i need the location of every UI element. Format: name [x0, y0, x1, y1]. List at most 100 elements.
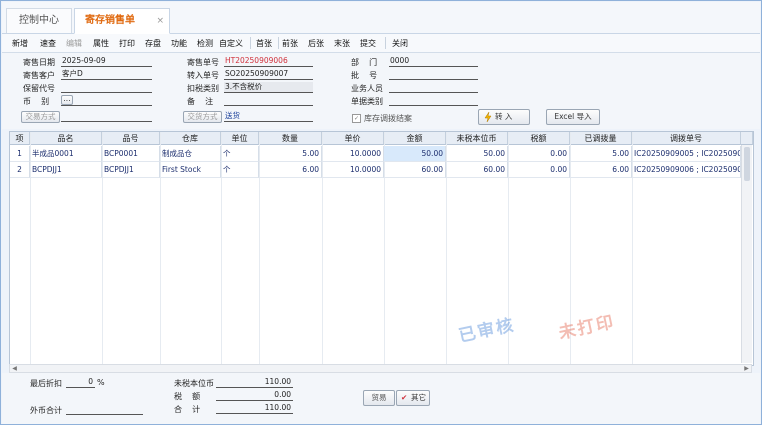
toolbar-separator: [250, 37, 251, 49]
lightning-icon: [484, 112, 492, 122]
column-header-name[interactable]: 品名: [30, 132, 102, 145]
foreign-total-label: 外币合计: [30, 406, 62, 415]
cell-tax[interactable]: 0.00: [508, 146, 570, 162]
currency-browse-button[interactable]: ...: [61, 95, 73, 105]
date-field[interactable]: 2025-09-09: [61, 56, 152, 67]
salesperson-field[interactable]: [389, 82, 478, 93]
trade-mode-field[interactable]: [61, 111, 152, 122]
tax-type-field[interactable]: 3.不含税价: [224, 82, 313, 93]
cell-name[interactable]: 半成品0001: [30, 146, 102, 162]
doc-type-label: 单据类别: [351, 97, 383, 106]
transfer-in-button[interactable]: 转 入: [478, 109, 530, 125]
batch-label: 批 号: [351, 71, 378, 80]
cell-code[interactable]: BCP0001: [102, 146, 160, 162]
toolbar: 新增 速查 编辑 属性 打印 存盘 功能 检测 自定义 首张 前张 后张 末张 …: [2, 34, 760, 53]
cell-unit[interactable]: 个: [221, 146, 259, 162]
column-header-index[interactable]: 项: [10, 132, 30, 145]
cell-net[interactable]: 50.00: [446, 146, 508, 162]
toolbar-function-button[interactable]: 功能: [171, 38, 187, 49]
delivery-mode-field[interactable]: 送货: [224, 111, 313, 122]
tab-consignment-sales[interactable]: 寄存销售单 ×: [74, 8, 170, 34]
column-header-quantity[interactable]: 数量: [259, 132, 322, 145]
cell-amount[interactable]: 50.00: [384, 146, 446, 162]
scrollbar-thumb[interactable]: [744, 147, 750, 181]
horizontal-scrollbar[interactable]: ◀ ▶: [9, 364, 752, 373]
column-header-moved[interactable]: 已调拨量: [570, 132, 632, 145]
cell-index[interactable]: 1: [10, 146, 30, 162]
toolbar-save-button[interactable]: 存盘: [145, 38, 161, 49]
delivery-mode-button[interactable]: 交货方式: [183, 111, 222, 123]
excel-import-button[interactable]: Excel 导入: [546, 109, 600, 125]
toolbar-quick-search-button[interactable]: 速查: [40, 38, 56, 49]
currency-field[interactable]: [61, 95, 152, 106]
cell-moved[interactable]: 5.00: [570, 146, 632, 162]
department-field[interactable]: 0000: [389, 56, 478, 67]
toolbar-submit-button[interactable]: 提交: [360, 38, 376, 49]
cell-moved[interactable]: 6.00: [570, 162, 632, 178]
cell-net[interactable]: 60.00: [446, 162, 508, 178]
toolbar-last-button[interactable]: 末张: [334, 38, 350, 49]
cell-tax[interactable]: 0.00: [508, 162, 570, 178]
other-button[interactable]: ✔ 其它: [396, 390, 430, 406]
discount-field[interactable]: 0: [66, 377, 95, 388]
tax-total-field: 0.00: [216, 390, 293, 401]
cell-doc-no[interactable]: IC20250909005 ; IC20250909007: [632, 146, 741, 162]
remark-field[interactable]: [224, 95, 313, 106]
trade-button[interactable]: 贸易: [363, 390, 395, 406]
cell-warehouse[interactable]: 制成品仓: [160, 146, 221, 162]
toolbar-print-button[interactable]: 打印: [119, 38, 135, 49]
cell-quantity[interactable]: 6.00: [259, 162, 322, 178]
tab-label: 寄存销售单: [85, 15, 135, 26]
cell-index[interactable]: 2: [10, 162, 30, 178]
customer-label: 寄售客户: [23, 71, 55, 80]
vertical-scrollbar[interactable]: [741, 145, 752, 363]
column-header-unit[interactable]: 单位: [221, 132, 259, 145]
column-header-tax[interactable]: 税额: [508, 132, 570, 145]
column-header-doc-no[interactable]: 调拨单号: [632, 132, 741, 145]
department-label: 部 门: [351, 58, 378, 67]
doc-type-field[interactable]: [389, 95, 478, 106]
transfer-no-field[interactable]: SO20250909007: [224, 69, 313, 80]
cell-quantity[interactable]: 5.00: [259, 146, 322, 162]
cell-warehouse[interactable]: First Stock: [160, 162, 221, 178]
column-header-net[interactable]: 未税本位币: [446, 132, 508, 145]
column-header-corner: [741, 132, 753, 145]
cell-amount[interactable]: 60.00: [384, 162, 446, 178]
line-items-grid: 项 品名 品号 仓库 单位 数量 单价 金额 未税本位币 税额 已调拨量 调拨单…: [9, 131, 754, 366]
order-no-field[interactable]: HT20250909006: [224, 56, 313, 67]
transfer-in-label: 转 入: [495, 112, 513, 121]
remark-label: 备 注: [187, 97, 214, 106]
toolbar-close-button[interactable]: 关闭: [392, 38, 408, 49]
customer-field[interactable]: 客户D: [61, 69, 152, 80]
column-header-price[interactable]: 单价: [322, 132, 384, 145]
toolbar-check-button[interactable]: 检测: [197, 38, 213, 49]
column-header-code[interactable]: 品号: [102, 132, 160, 145]
cell-doc-no[interactable]: IC20250909006 ; IC20250909007: [632, 162, 741, 178]
toolbar-prev-button[interactable]: 前张: [282, 38, 298, 49]
cell-price[interactable]: 10.0000: [322, 162, 384, 178]
tab-control-center[interactable]: 控制中心: [6, 8, 72, 33]
batch-field[interactable]: [389, 69, 478, 80]
salesperson-label: 业务人员: [351, 84, 383, 93]
toolbar-edit-button[interactable]: 编辑: [66, 38, 82, 49]
document-header: 寄售日期 2025-09-09 寄售客户 客户D 保留代号 币 别 ... 交易…: [2, 53, 760, 129]
cell-unit[interactable]: 个: [221, 162, 259, 178]
foreign-total-field[interactable]: [66, 404, 143, 415]
toolbar-next-button[interactable]: 后张: [308, 38, 324, 49]
toolbar-new-button[interactable]: 新增: [12, 38, 28, 49]
stock-close-checkbox[interactable]: ✓: [352, 114, 361, 123]
scroll-left-icon[interactable]: ◀: [10, 365, 19, 372]
toolbar-properties-button[interactable]: 属性: [93, 38, 109, 49]
scroll-right-icon[interactable]: ▶: [742, 365, 751, 372]
toolbar-first-button[interactable]: 首张: [256, 38, 272, 49]
column-header-amount[interactable]: 金额: [384, 132, 446, 145]
column-header-warehouse[interactable]: 仓库: [160, 132, 221, 145]
close-icon[interactable]: ×: [156, 9, 164, 33]
warranty-field[interactable]: [61, 82, 152, 93]
toolbar-customize-button[interactable]: 自定义: [219, 38, 243, 49]
trade-mode-button[interactable]: 交易方式: [21, 111, 60, 123]
cell-code[interactable]: BCPDJJ1: [102, 162, 160, 178]
cell-price[interactable]: 10.0000: [322, 146, 384, 162]
cell-name[interactable]: BCPDJJ1: [30, 162, 102, 178]
toolbar-separator: [278, 37, 279, 49]
